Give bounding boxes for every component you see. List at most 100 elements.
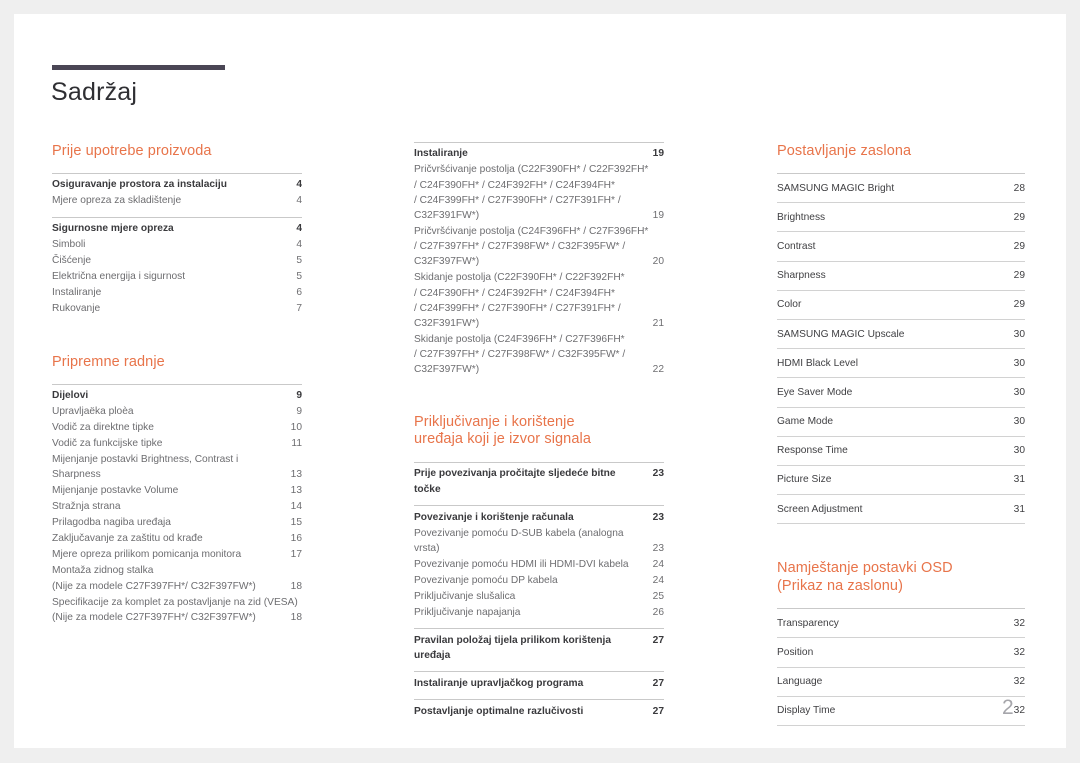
- toc-entry-label: Display Time: [777, 705, 836, 717]
- toc-entry-label: Contrast: [777, 240, 816, 252]
- toc-entry[interactable]: Vodič za direktne tipke 10: [52, 420, 302, 436]
- toc-entry-page: 9: [296, 406, 302, 418]
- toc-entry[interactable]: Stražnja strana 14: [52, 499, 302, 515]
- toc-entry-label: SAMSUNG MAGIC Bright: [777, 182, 895, 194]
- toc-entry-page: 19: [652, 209, 664, 221]
- toc-entry[interactable]: Response Time 30: [777, 437, 1025, 466]
- toc-entry-label: Skidanje postolja (C24F396FH* / C27F396F…: [414, 333, 625, 345]
- toc-entry-label: Prilagodba nagiba uređaja: [52, 517, 171, 529]
- toc-entry[interactable]: Osiguravanje prostora za instalaciju 4: [52, 177, 302, 193]
- toc-section: Namještanje postavki OSD (Prikaz na zaslo…: [777, 560, 1025, 726]
- toc-entry-label: Montaža zidnog stalka: [52, 565, 154, 577]
- section-heading-line: (Prikaz na zaslonu): [777, 577, 904, 594]
- toc-entry[interactable]: Instaliranje 19: [414, 146, 664, 162]
- toc-entry[interactable]: Display Time 32: [777, 697, 1025, 726]
- toc-entry[interactable]: Čišćenje 5: [52, 253, 302, 269]
- toc-entry[interactable]: Dijelovi 9: [52, 388, 302, 404]
- toc-entry[interactable]: HDMI Black Level 30: [777, 349, 1025, 379]
- toc-entry-page: 22: [652, 364, 664, 376]
- toc-entry-page: 27: [652, 634, 664, 646]
- toc-entry[interactable]: Game Mode 30: [777, 408, 1025, 437]
- toc-entry[interactable]: Mijenjanje postavki Brightness, Contrast…: [52, 452, 302, 483]
- toc-entry[interactable]: Eye Saver Mode 30: [777, 378, 1025, 408]
- section-heading: Pripremne radnje: [52, 353, 165, 370]
- toc-entry-label: Sharpness: [777, 270, 826, 282]
- toc-entry-label: / C24F390FH* / C24F392FH* / C24F394FH*: [414, 287, 616, 299]
- toc-entry[interactable]: Električna energija i sigurnost 5: [52, 269, 302, 285]
- toc-entry[interactable]: Specifikacije za komplet za postavljanje…: [52, 594, 302, 625]
- toc-entry-page: 16: [290, 533, 302, 545]
- toc-entry-page: 30: [1013, 416, 1025, 428]
- toc-entry-tail: (Nije za modele C27F397FH*/ C32F397FW*) 1…: [52, 579, 302, 594]
- toc-entry-label: / C24F399FH* / C27F390FH* / C27F391FH* /: [414, 194, 621, 206]
- toc-section: Pripremne radnje Dijelovi 9 Upravljaëka plo…: [52, 353, 302, 625]
- toc-section: Prije upotrebe proizvoda Osiguravanje pro…: [52, 142, 302, 317]
- toc-entry[interactable]: SAMSUNG MAGIC Upscale 30: [777, 320, 1025, 350]
- toc-entry[interactable]: Screen Adjustment 31: [777, 495, 1025, 525]
- toc-entry[interactable]: Rukovanje 7: [52, 301, 302, 317]
- toc-entry[interactable]: Priključivanje slušalica 25: [414, 588, 664, 604]
- toc-entry-page: 23: [652, 542, 664, 554]
- toc-entry[interactable]: Brightness 29: [777, 203, 1025, 233]
- toc-entry[interactable]: Picture Size 31: [777, 466, 1025, 496]
- toc-entry-page: 18: [290, 611, 302, 623]
- toc-entry[interactable]: Color 29: [777, 291, 1025, 320]
- toc-entry[interactable]: Skidanje postolja (C24F396FH* / C27F396F…: [414, 332, 664, 378]
- toc-entry-label: Rukovanje: [52, 303, 101, 315]
- toc-entry-label: Upravljaëka ploèa: [52, 406, 134, 418]
- toc-entry-label: Mijenjanje postavki Brightness, Contrast…: [52, 454, 239, 466]
- toc-entry[interactable]: Sharpness 29: [777, 262, 1025, 291]
- toc-entry[interactable]: Postavljanje optimalne razlučivosti 27: [414, 703, 664, 719]
- toc-entry-page: 29: [1013, 299, 1025, 311]
- toc-entry[interactable]: Instaliranje upravljačkog programa 27: [414, 675, 664, 691]
- toc-entry[interactable]: Mijenjanje postavke Volume 13: [52, 483, 302, 499]
- toc-entry[interactable]: Povezivanje pomoću D-SUB kabela (analogn…: [414, 525, 664, 556]
- toc-entry[interactable]: Montaža zidnog stalka (Nije za modele C27…: [52, 563, 302, 594]
- toc-entry-page: 31: [1013, 503, 1025, 515]
- toc-entry[interactable]: Transparency 32: [777, 609, 1025, 639]
- toc-entry[interactable]: Pričvršćivanje postolja (C24F396FH* / C2…: [414, 224, 664, 270]
- toc-entry[interactable]: Instaliranje 6: [52, 285, 302, 301]
- toc-entry-page: 4: [296, 179, 302, 191]
- section-heading: Priključivanje i korištenje uređaja koji …: [414, 414, 664, 449]
- toc-entry-page: 13: [290, 469, 302, 481]
- toc-entry-label: Stražnja strana: [52, 501, 121, 513]
- toc-column-2: Instaliranje 19 Pričvršćivanje postolja (C…: [414, 142, 664, 719]
- toc-entry[interactable]: Prije povezivanja pročitajte sljedeće bi…: [414, 466, 664, 497]
- toc-entry[interactable]: Zaključavanje za zaštitu od krađe 16: [52, 531, 302, 547]
- toc-entry-label: C32F391FW*): [414, 209, 480, 221]
- toc-entry-page: 27: [652, 677, 664, 689]
- toc-entry-page: 10: [290, 422, 302, 434]
- toc-entry[interactable]: Skidanje postolja (C22F390FH* / C22F392F…: [414, 270, 664, 332]
- toc-entry-page: 15: [290, 517, 302, 529]
- toc-entry-label: / C24F399FH* / C27F390FH* / C27F391FH* /: [414, 302, 621, 314]
- toc-entry-label: Pričvršćivanje postolja (C22F390FH* / C2…: [414, 164, 649, 176]
- toc-entry[interactable]: Mjere opreza za skladištenje 4: [52, 193, 302, 209]
- toc-entry[interactable]: Povezivanje i korištenje računala 23: [414, 509, 664, 525]
- toc-entry[interactable]: Priključivanje napajanja 26: [414, 604, 664, 620]
- toc-entry-label: Priključivanje napajanja: [414, 606, 521, 618]
- toc-entry[interactable]: Upravljaëka ploèa 9: [52, 404, 302, 420]
- toc-entry-label: Povezivanje pomoću HDMI ili HDMI-DVI kab…: [414, 558, 629, 570]
- toc-entry[interactable]: Mjere opreza prilikom pomicanja monitora…: [52, 547, 302, 563]
- toc-entry[interactable]: Povezivanje pomoću DP kabela 24: [414, 572, 664, 588]
- toc-entry[interactable]: Pričvršćivanje postolja (C22F390FH* / C2…: [414, 162, 664, 224]
- toc-entry[interactable]: Sigurnosne mjere opreza 4: [52, 221, 302, 237]
- toc-entry-page: 29: [1013, 211, 1025, 223]
- page-number: 2: [1002, 696, 1014, 719]
- toc-entry-page: 25: [652, 590, 664, 602]
- toc-entry-label: Pričvršćivanje postolja (C24F396FH* / C2…: [414, 225, 649, 237]
- toc-entry-tail: C32F397FW*) 20: [414, 254, 664, 269]
- toc-entry[interactable]: Povezivanje pomoću HDMI ili HDMI-DVI kab…: [414, 556, 664, 572]
- toc-entry[interactable]: Language 32: [777, 668, 1025, 697]
- toc-entry-page: 26: [652, 606, 664, 618]
- toc-entry[interactable]: Simboli 4: [52, 237, 302, 253]
- toc-entry[interactable]: Vodič za funkcijske tipke 11: [52, 436, 302, 452]
- toc-entry[interactable]: Pravilan položaj tijela prilikom korište…: [414, 632, 664, 663]
- toc-entry-page: 24: [652, 558, 664, 570]
- toc-entry-tail: (Nije za modele C27F397FH*/ C32F397FW*) 1…: [52, 610, 302, 625]
- toc-entry[interactable]: SAMSUNG MAGIC Bright 28: [777, 174, 1025, 204]
- toc-entry[interactable]: Contrast 29: [777, 232, 1025, 262]
- toc-entry[interactable]: Prilagodba nagiba uređaja 15: [52, 515, 302, 531]
- toc-entry[interactable]: Position 32: [777, 638, 1025, 668]
